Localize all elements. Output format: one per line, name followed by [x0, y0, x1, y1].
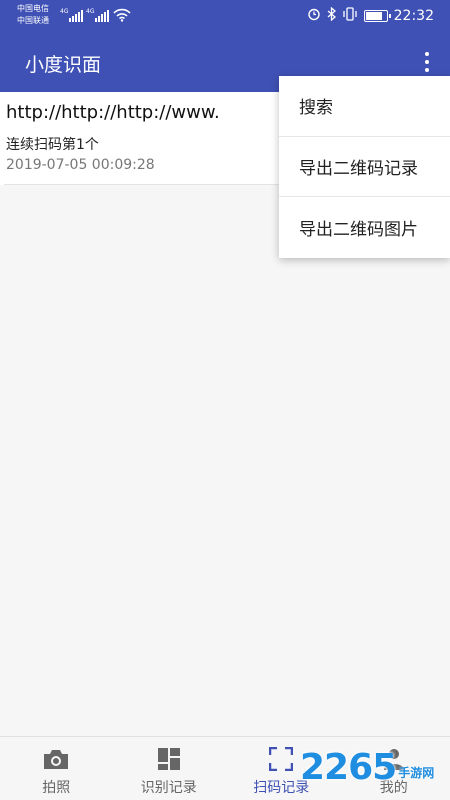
record-type: 连续扫码第1个 — [6, 137, 99, 153]
record-time: 2019-07-05 00:09:28 — [6, 157, 155, 173]
status-right-group: 22:32 — [307, 6, 434, 25]
nav-item-recognition-records[interactable]: 识别记录 — [113, 737, 226, 800]
vibrate-icon — [342, 7, 358, 25]
menu-item-search[interactable]: 搜索 — [279, 76, 450, 137]
nav-item-camera[interactable]: 拍照 — [0, 737, 113, 800]
watermark-text: 手游网 — [398, 765, 435, 780]
nav-label-recognition-records: 识别记录 — [140, 780, 197, 796]
bluetooth-icon — [327, 6, 336, 25]
network-2-label: 4G — [86, 8, 95, 15]
camera-icon — [42, 747, 70, 775]
nav-label-camera: 拍照 — [42, 780, 71, 796]
scan-frame-icon — [269, 746, 294, 775]
watermark-logo: 2265 手游网 — [300, 742, 434, 792]
carrier-1-label: 中国电信 — [17, 4, 49, 13]
app-title: 小度识面 — [25, 54, 102, 76]
record-content: http://http://http://www. — [6, 102, 220, 123]
status-bar: 中国电信 中国联通 4G 4G 22:32 — [0, 0, 450, 32]
battery-fill — [365, 12, 383, 20]
menu-item-export-qr-records[interactable]: 导出二维码记录 — [279, 137, 450, 198]
watermark-number: 2265 — [300, 746, 397, 788]
overflow-menu: 搜索 导出二维码记录 导出二维码图片 — [279, 76, 450, 258]
more-vert-icon[interactable] — [422, 50, 432, 74]
carrier-2-label: 中国联通 — [17, 16, 49, 25]
menu-item-export-qr-images[interactable]: 导出二维码图片 — [279, 197, 450, 258]
network-1-label: 4G — [60, 8, 69, 15]
battery-icon — [363, 10, 391, 22]
alarm-icon — [307, 7, 321, 25]
signal-2-icon: 4G — [86, 8, 110, 22]
carrier-labels: 中国电信 中国联通 — [17, 3, 49, 27]
dashboard-icon — [157, 747, 181, 775]
status-time: 22:32 — [393, 8, 434, 24]
signal-1-icon: 4G — [60, 8, 84, 22]
wifi-icon — [113, 7, 131, 26]
